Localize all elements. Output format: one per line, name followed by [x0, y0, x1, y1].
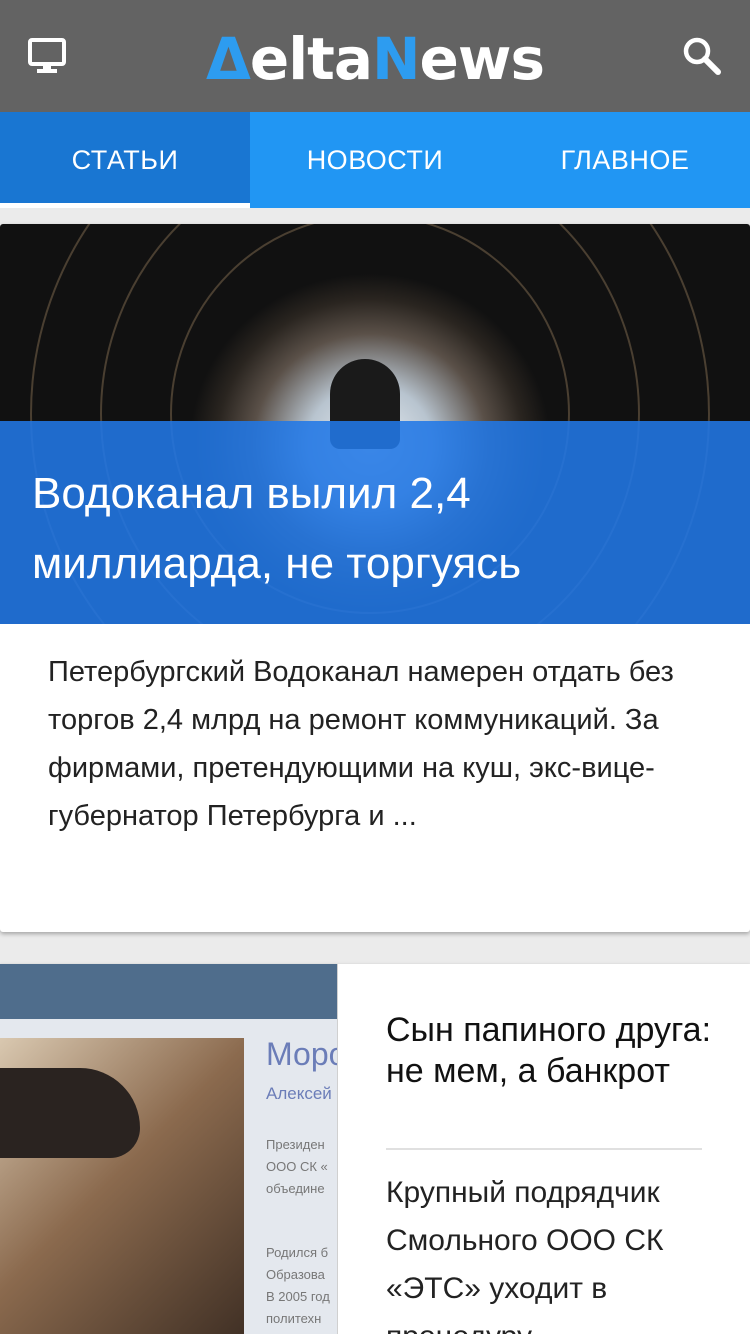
logo-delta: Δ	[206, 25, 251, 93]
thumb-name: Моро	[266, 1036, 337, 1072]
thumb-lines-bottom: Родился б Образова В 2005 год политехн	[266, 1245, 330, 1326]
tab-news[interactable]: НОВОСТИ	[250, 112, 500, 208]
thumb-lines-top: Президен ООО СК « объедине	[266, 1137, 328, 1196]
article-thumbnail[interactable]: Моро Алексей Президен ООО СК « объедине …	[0, 964, 338, 1334]
top-bar: ΔeltaNews	[0, 0, 750, 112]
logo-n: N	[371, 25, 421, 93]
search-icon	[683, 37, 721, 75]
logo-elta: elta	[249, 25, 373, 93]
article-card[interactable]: Моро Алексей Президен ООО СК « объедине …	[0, 964, 750, 1334]
article-title[interactable]: Сын папиного друга: не мем, а банкрот	[386, 1010, 716, 1092]
featured-article-card[interactable]: Водоканал вылил 2,4 миллиарда, не торгуя…	[0, 224, 750, 932]
article-excerpt: Крупный подрядчик Смольного ООО СК «ЭТС»…	[386, 1176, 664, 1334]
search-button[interactable]	[674, 28, 730, 84]
featured-article-image[interactable]: Водоканал вылил 2,4 миллиарда, не торгуя…	[0, 224, 750, 624]
featured-article-excerpt: Петербургский Водоканал намерен отдать б…	[48, 656, 674, 832]
featured-article-title[interactable]: Водоканал вылил 2,4 миллиарда, не торгуя…	[0, 421, 750, 624]
site-logo[interactable]: ΔeltaNews	[0, 26, 750, 92]
logo-ews: ews	[419, 25, 545, 93]
tab-articles[interactable]: СТАТЬИ	[0, 112, 250, 208]
section-tabs: СТАТЬИ НОВОСТИ ГЛАВНОЕ	[0, 112, 750, 208]
thumb-person: Алексей	[266, 1084, 332, 1103]
divider	[386, 1148, 702, 1150]
tab-main[interactable]: ГЛАВНОЕ	[500, 112, 750, 208]
